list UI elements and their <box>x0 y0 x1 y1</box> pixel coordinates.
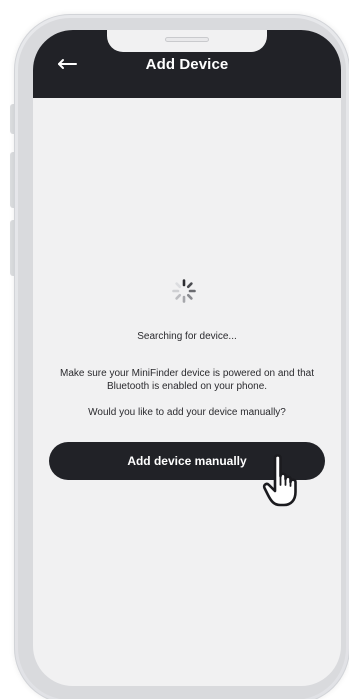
page: Add Device Searching for device... Make … <box>0 0 349 699</box>
phone-screen: Add Device Searching for device... Make … <box>33 30 341 686</box>
manual-add-question: Would you like to add your device manual… <box>88 407 286 418</box>
phone-speaker <box>165 37 209 42</box>
loading-spinner-icon <box>172 279 196 303</box>
page-title: Add Device <box>145 56 229 73</box>
instructions-text: Make sure your MiniFinder device is powe… <box>59 368 315 392</box>
searching-status-text: Searching for device... <box>137 331 237 342</box>
add-device-manually-button[interactable]: Add device manually <box>49 442 325 480</box>
